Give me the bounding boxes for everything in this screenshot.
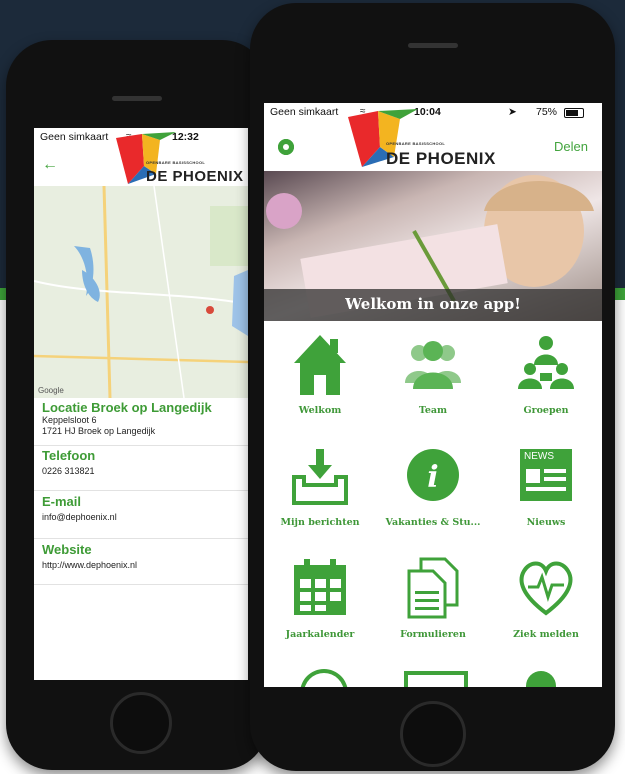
location-address-street: Keppelsloot 6 [42, 415, 97, 425]
gear-icon[interactable] [278, 139, 294, 155]
tile-formulieren[interactable]: Formulieren [377, 545, 489, 653]
website-link[interactable]: http://www.dephoenix.nl [42, 560, 242, 571]
phone-section: Telefoon 0226 313821 [42, 448, 242, 477]
divider [34, 584, 248, 585]
tile-vakanties[interactable]: i Vakanties & Stu... [377, 433, 489, 541]
battery-icon [564, 108, 584, 118]
email-address[interactable]: info@dephoenix.nl [42, 512, 242, 523]
tile-nieuws[interactable]: NEWS Nieuws [490, 433, 602, 541]
back-arrow-icon[interactable]: ← [42, 156, 58, 174]
location-section: Locatie Broek op Langedijk Keppelsloot 6… [42, 400, 242, 437]
partial-tile-icon [526, 671, 556, 687]
tile-team[interactable]: Team [377, 321, 489, 429]
speaker [408, 43, 458, 48]
heart-icon [519, 561, 573, 616]
tile-welkom[interactable]: Welkom [264, 321, 376, 429]
home-button[interactable] [110, 692, 172, 754]
phone-number[interactable]: 0226 313821 [42, 466, 242, 477]
carrier-label: Geen simkaart [40, 131, 109, 143]
map-drawing [34, 185, 248, 399]
website-section: Website http://www.dephoenix.nl [42, 542, 242, 571]
tile-label: Vakanties & Stu... [385, 517, 481, 528]
group-icon [518, 336, 574, 389]
location-map[interactable]: Google [34, 185, 248, 399]
calendar-icon [294, 559, 346, 615]
email-title: E-mail [42, 494, 82, 509]
people-icon [405, 341, 461, 389]
tile-label: Groepen [523, 405, 569, 416]
map-attribution: Google [38, 386, 64, 395]
location-address-city: 1721 HJ Broek op Langedijk [42, 426, 156, 436]
email-section: E-mail info@dephoenix.nl [42, 494, 242, 523]
inbox-icon [292, 449, 348, 505]
partial-tile-icon [300, 669, 348, 687]
website-title: Website [42, 542, 92, 557]
left-screen: Geen simkaart ≈ 12:32 ← OPENBARE BASISSC… [34, 128, 248, 680]
speaker [112, 96, 162, 101]
svg-text:i: i [427, 460, 438, 495]
house-icon [294, 335, 346, 395]
location-title: Locatie Broek op Langedijk [42, 400, 212, 415]
tile-label: Jaarkalender [285, 629, 355, 640]
left-phone: Geen simkaart ≈ 12:32 ← OPENBARE BASISSC… [6, 40, 268, 770]
tile-label: Nieuws [526, 517, 566, 528]
home-button[interactable] [400, 701, 466, 767]
news-badge: NEWS [524, 451, 554, 462]
forms-icon [407, 557, 459, 619]
hero-title: Welkom in onze app! [345, 295, 521, 313]
tile-ziek-melden[interactable]: Ziek melden [490, 545, 602, 653]
tile-label: Ziek melden [513, 629, 579, 640]
tile-label: Formulieren [400, 629, 466, 640]
share-button[interactable]: Delen [554, 139, 588, 154]
right-screen: Geen simkaart ≈ 10:04 ➤ 75% OPENBARE BAS… [264, 103, 602, 687]
phone-title: Telefoon [42, 448, 96, 463]
tile-label: Welkom [298, 405, 342, 416]
tile-label: Mijn berichten [280, 517, 360, 528]
tile-mijn-berichten[interactable]: Mijn berichten [264, 433, 376, 541]
tile-groepen[interactable]: Groepen [490, 321, 602, 429]
school-logo: OPENBARE BASISSCHOOL DE PHOENIX [116, 130, 248, 186]
divider [34, 445, 248, 446]
partial-tile-icon [404, 671, 468, 687]
location-icon: ➤ [508, 106, 517, 118]
divider [34, 490, 248, 491]
info-icon: i [407, 449, 459, 501]
right-phone: Geen simkaart ≈ 10:04 ➤ 75% OPENBARE BAS… [250, 3, 615, 771]
school-logo: OPENBARE BASISSCHOOL DE PHOENIX [348, 107, 508, 169]
carrier-label: Geen simkaart [270, 106, 339, 118]
battery-percentage: 75% [536, 106, 558, 118]
tile-label: Team [418, 405, 448, 416]
tile-jaarkalender[interactable]: Jaarkalender [264, 545, 376, 653]
divider [34, 538, 248, 539]
